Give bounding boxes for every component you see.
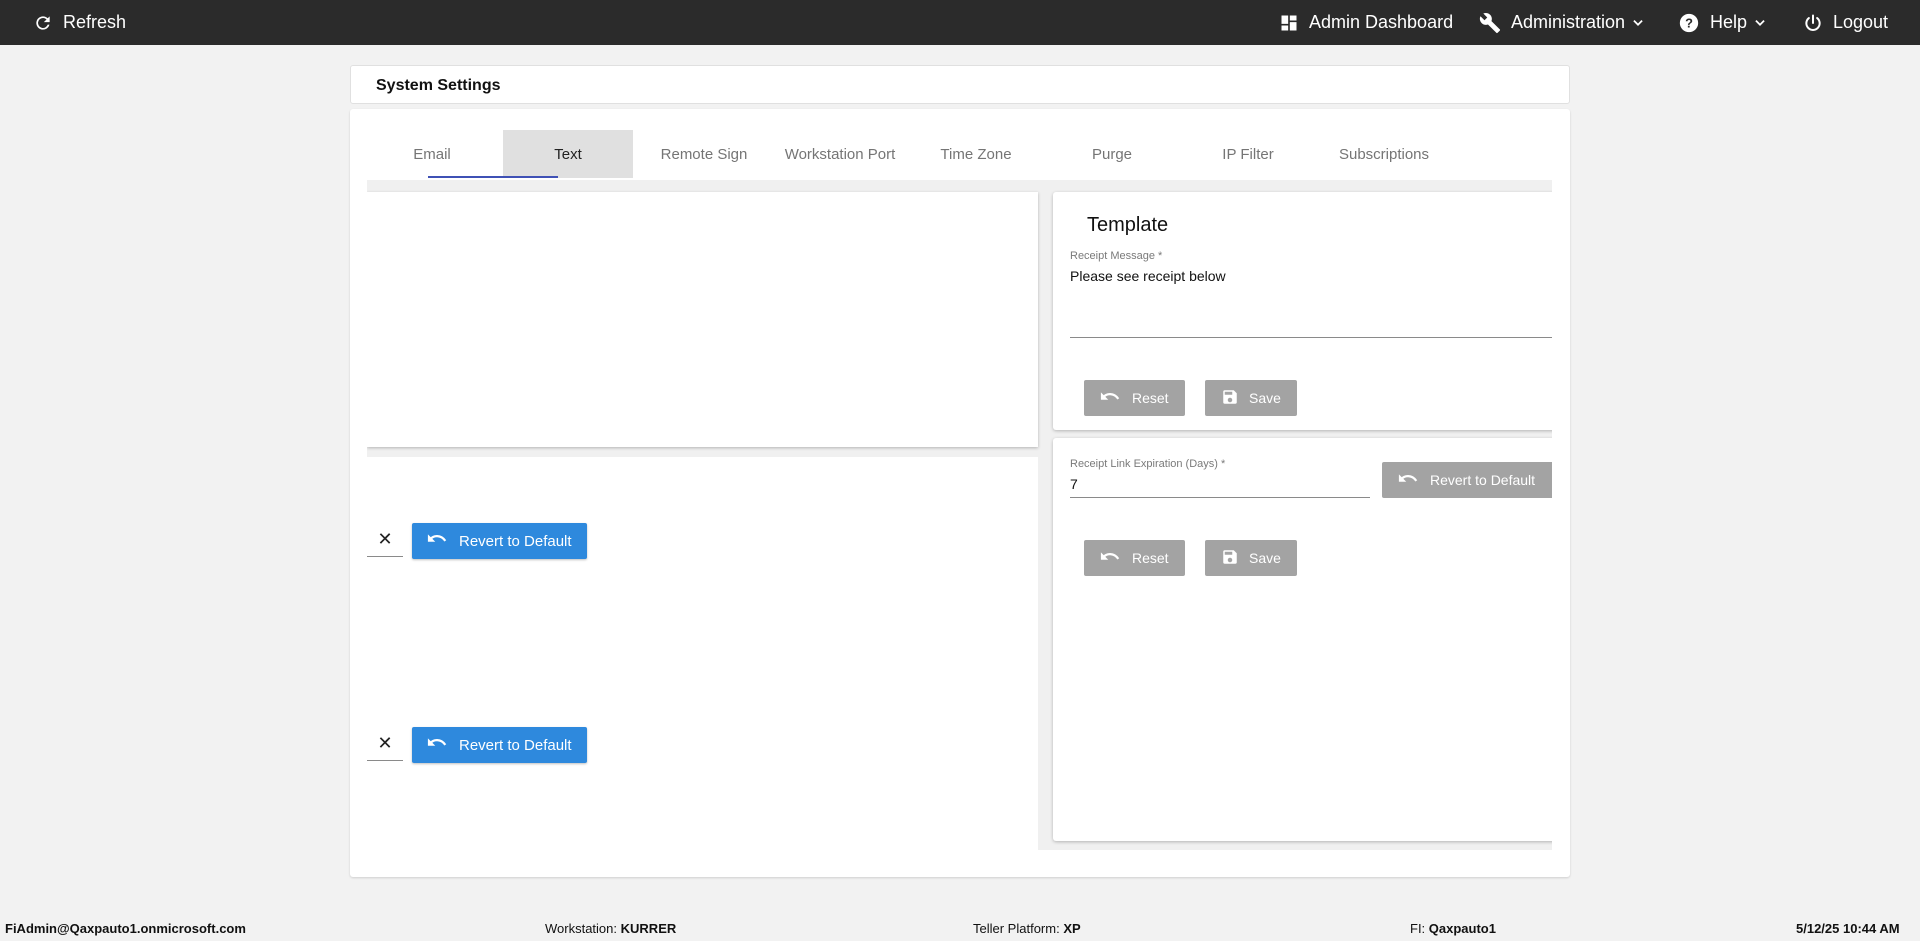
status-teller-platform: Teller Platform: XP: [973, 921, 1081, 936]
status-fi: FI: Qaxpauto1: [1410, 921, 1496, 936]
refresh-icon: [33, 13, 53, 33]
close-icon: ✕: [377, 529, 393, 549]
save-button[interactable]: Save: [1205, 540, 1297, 576]
status-workstation: Workstation: KURRER: [545, 921, 677, 936]
undo-icon: [1398, 471, 1420, 490]
template-title: Template: [1087, 214, 1169, 236]
refresh-label: Refresh: [63, 12, 127, 32]
status-bar: FiAdmin@Qaxpauto1.onmicrosoft.com Workst…: [0, 915, 1920, 941]
help-menu[interactable]: ? Help: [1678, 0, 1767, 45]
reset-button[interactable]: Reset: [1084, 540, 1185, 576]
chevron-down-icon: [1753, 16, 1767, 30]
page-title: System Settings: [376, 77, 501, 94]
active-tab-indicator: [428, 176, 558, 178]
tab-time-zone[interactable]: Time Zone: [911, 130, 1041, 178]
close-icon: ✕: [377, 733, 393, 753]
revert-label: Revert to Default: [1430, 472, 1536, 488]
revert-label: Revert to Default: [459, 736, 572, 754]
help-icon: ?: [1678, 12, 1700, 34]
reset-label: Reset: [1132, 390, 1169, 406]
revert-to-default-button[interactable]: Revert to Default: [412, 727, 587, 763]
admin-dashboard-label: Admin Dashboard: [1309, 12, 1454, 32]
receipt-message-field[interactable]: Please see receipt below: [1070, 268, 1226, 284]
reset-label: Reset: [1132, 550, 1169, 566]
reset-button[interactable]: Reset: [1084, 380, 1185, 416]
tab-subscriptions[interactable]: Subscriptions: [1319, 130, 1449, 178]
template-panel: Template Receipt Message * Please see re…: [1053, 192, 1552, 430]
help-label: Help: [1710, 12, 1748, 32]
settings-card: Email Text Remote Sign Workstation Port …: [350, 109, 1570, 877]
top-navigation-bar: Refresh Admin Dashboard Administration ?…: [0, 0, 1920, 45]
chevron-down-icon: [1631, 16, 1645, 30]
left-top-panel: [367, 192, 1038, 447]
logout-label: Logout: [1833, 12, 1889, 32]
expiration-label: Receipt Link Expiration (Days) *: [1070, 458, 1226, 470]
save-button[interactable]: Save: [1205, 380, 1297, 416]
tab-content: ✕ Revert to Default ✕ Revert to Default …: [367, 180, 1552, 850]
dashboard-icon: [1279, 13, 1299, 33]
revert-to-default-button[interactable]: Revert to Default: [1382, 462, 1552, 498]
revert-label: Revert to Default: [459, 532, 572, 550]
page-title-card: System Settings: [350, 65, 1570, 104]
revert-to-default-button[interactable]: Revert to Default: [412, 523, 587, 559]
clear-button[interactable]: ✕: [367, 727, 403, 761]
svg-text:?: ?: [1685, 15, 1693, 30]
logout-button[interactable]: Logout: [1803, 0, 1888, 45]
save-label: Save: [1249, 390, 1281, 406]
undo-icon: [427, 531, 449, 551]
receipt-message-underline: [1070, 337, 1552, 338]
tab-remote-sign[interactable]: Remote Sign: [639, 130, 769, 178]
tab-purge[interactable]: Purge: [1047, 130, 1177, 178]
settings-tabs: Email Text Remote Sign Workstation Port …: [367, 130, 1552, 183]
save-icon: [1221, 548, 1239, 569]
status-datetime: 5/12/25 10:44 AM: [1796, 921, 1900, 936]
save-icon: [1221, 388, 1239, 409]
left-bottom-panel: ✕ Revert to Default ✕ Revert to Default: [367, 457, 1038, 850]
refresh-button[interactable]: Refresh: [33, 0, 126, 45]
status-user: FiAdmin@Qaxpauto1.onmicrosoft.com: [5, 921, 246, 936]
expiration-field[interactable]: 7: [1070, 476, 1078, 492]
receipt-message-label: Receipt Message *: [1070, 250, 1163, 262]
tab-text[interactable]: Text: [503, 130, 633, 178]
power-icon: [1803, 13, 1823, 33]
administration-label: Administration: [1511, 12, 1626, 32]
tab-workstation-port[interactable]: Workstation Port: [775, 130, 905, 178]
expiration-panel: Receipt Link Expiration (Days) * 7 Rever…: [1053, 438, 1552, 841]
undo-icon: [427, 735, 449, 755]
panel-divider: [1038, 457, 1053, 850]
tab-ip-filter[interactable]: IP Filter: [1183, 130, 1313, 178]
tab-email[interactable]: Email: [367, 130, 497, 178]
administration-menu[interactable]: Administration: [1479, 0, 1645, 45]
admin-dashboard-link[interactable]: Admin Dashboard: [1279, 0, 1453, 45]
expiration-underline: [1070, 497, 1370, 498]
save-label: Save: [1249, 550, 1281, 566]
clear-button[interactable]: ✕: [367, 523, 403, 557]
undo-icon: [1100, 389, 1122, 408]
wrench-icon: [1479, 12, 1501, 34]
undo-icon: [1100, 549, 1122, 568]
